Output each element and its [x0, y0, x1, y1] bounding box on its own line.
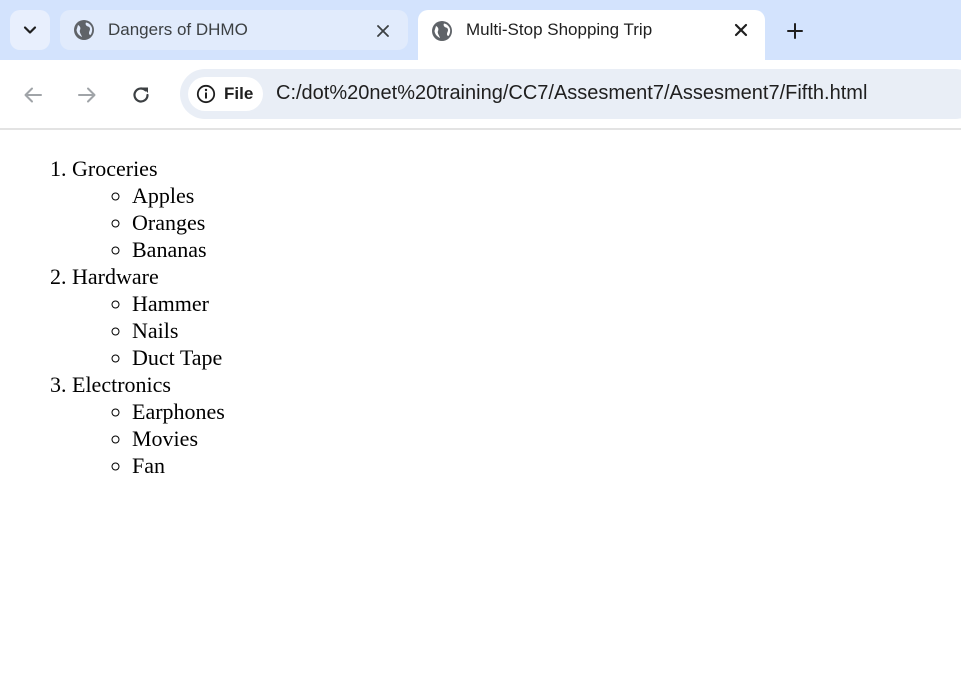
chevron-down-icon [23, 26, 37, 34]
reload-icon [133, 87, 149, 103]
back-arrow-icon [24, 87, 42, 103]
list-item: Earphones [132, 398, 961, 425]
page-content: Groceries Apples Oranges Bananas Hardwar… [0, 131, 961, 699]
site-info-chip[interactable]: File [188, 77, 263, 111]
tab-dangers-of-dhmo[interactable]: Dangers of DHMO [60, 10, 408, 50]
shopping-categories-list: Groceries Apples Oranges Bananas Hardwar… [0, 131, 961, 479]
list-item: Fan [132, 452, 961, 479]
forward-arrow-icon [78, 87, 96, 103]
tab-title: Multi-Stop Shopping Trip [466, 20, 653, 39]
list-item: Movies [132, 425, 961, 452]
list-item: Duct Tape [132, 344, 961, 371]
tab-search-button[interactable] [10, 10, 50, 50]
reload-button[interactable] [126, 80, 156, 110]
category-label: Hardware [72, 264, 159, 289]
list-item: Bananas [132, 236, 961, 263]
new-tab-button[interactable] [780, 16, 810, 46]
list-item: Hammer [132, 290, 961, 317]
sub-list: Apples Oranges Bananas [72, 182, 961, 263]
close-icon[interactable] [730, 19, 752, 41]
url-text[interactable]: C:/dot%20net%20training/CC7/Assesment7/A… [276, 82, 867, 105]
list-item-groceries: Groceries Apples Oranges Bananas [72, 155, 961, 263]
sub-list: Earphones Movies Fan [72, 398, 961, 479]
list-item: Apples [132, 182, 961, 209]
close-icon[interactable] [372, 20, 394, 42]
tab-strip: Dangers of DHMO Multi-Stop Shopping Trip [0, 0, 961, 60]
browser-toolbar: File C:/dot%20net%20training/CC7/Assesme… [0, 60, 961, 130]
site-info-label: File [224, 84, 254, 103]
info-icon [196, 84, 216, 104]
list-item: Nails [132, 317, 961, 344]
tab-title: Dangers of DHMO [108, 20, 248, 39]
list-item-electronics: Electronics Earphones Movies Fan [72, 371, 961, 479]
plus-icon [787, 23, 803, 39]
list-item: Oranges [132, 209, 961, 236]
sub-list: Hammer Nails Duct Tape [72, 290, 961, 371]
address-bar[interactable]: File C:/dot%20net%20training/CC7/Assesme… [180, 69, 961, 119]
back-button[interactable] [18, 80, 48, 110]
tab-multi-stop-shopping-trip[interactable]: Multi-Stop Shopping Trip [418, 10, 765, 60]
forward-button[interactable] [72, 80, 102, 110]
globe-icon [432, 21, 452, 41]
category-label: Electronics [72, 372, 171, 397]
list-item-hardware: Hardware Hammer Nails Duct Tape [72, 263, 961, 371]
globe-icon [74, 20, 94, 40]
category-label: Groceries [72, 156, 158, 181]
